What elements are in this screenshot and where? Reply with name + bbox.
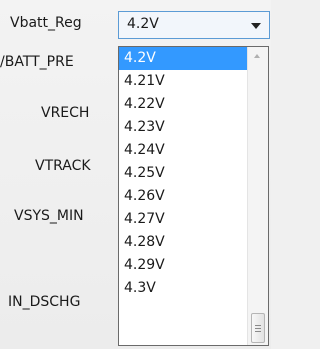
dropdown-option[interactable]: 4.28V <box>119 231 247 254</box>
dropdown-option[interactable]: 4.23V <box>119 116 247 139</box>
scroll-up-arrow-icon[interactable] <box>254 54 260 58</box>
dropdown-option[interactable]: 4.21V <box>119 70 247 93</box>
grip-line <box>255 331 261 332</box>
chevron-down-icon[interactable] <box>251 23 261 29</box>
vbatt-pre-label: /BATT_PRE <box>0 54 74 70</box>
dropdown-option[interactable]: 4.26V <box>119 185 247 208</box>
vbatt-reg-dropdown-list[interactable]: 4.2V 4.21V 4.22V 4.23V 4.24V 4.25V 4.26V 4.27V 4… <box>118 46 269 346</box>
dropdown-option[interactable]: 4.25V <box>119 162 247 185</box>
dropdown-option[interactable]: 4.27V <box>119 208 247 231</box>
settings-panel: Vbatt_Reg /BATT_PRE VRECH VTRACK VSYS_MI… <box>0 0 271 349</box>
grip-line <box>255 325 261 326</box>
vtrack-label: VTRACK <box>35 158 91 174</box>
grip-line <box>255 328 261 329</box>
dropdown-option[interactable]: 4.3V <box>119 277 247 300</box>
scroll-thumb[interactable] <box>251 313 265 343</box>
dropdown-options: 4.2V 4.21V 4.22V 4.23V 4.24V 4.25V 4.26V 4.27V 4… <box>119 47 247 300</box>
vbatt-reg-label: Vbatt_Reg <box>10 15 82 31</box>
vrech-label: VRECH <box>41 105 90 121</box>
in-dschg-label: IN_DSCHG <box>8 294 81 310</box>
dropdown-scrollbar[interactable] <box>247 47 268 345</box>
dropdown-option[interactable]: 4.22V <box>119 93 247 116</box>
combobox-value: 4.2V <box>127 16 159 32</box>
vbatt-reg-combobox[interactable]: 4.2V <box>118 11 270 39</box>
dropdown-option[interactable]: 4.29V <box>119 254 247 277</box>
dropdown-option[interactable]: 4.24V <box>119 139 247 162</box>
dropdown-option[interactable]: 4.2V <box>119 47 247 70</box>
vsys-min-label: VSYS_MIN <box>14 208 84 224</box>
